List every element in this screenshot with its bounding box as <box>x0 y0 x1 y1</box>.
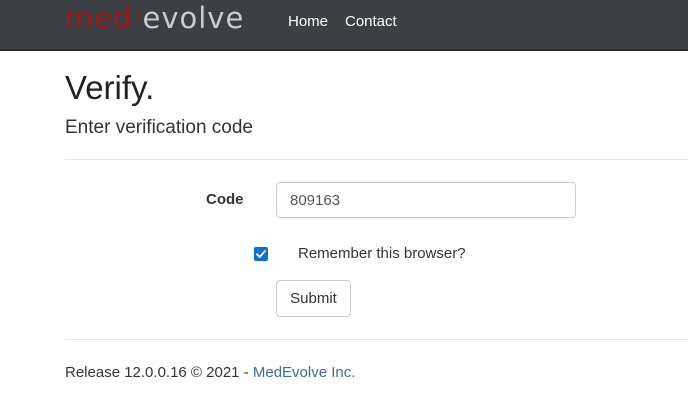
logo-evolve-text: evolve <box>142 1 245 35</box>
code-input[interactable] <box>276 182 576 218</box>
page-title: Verify. <box>65 69 155 106</box>
nav-home-link[interactable]: Home <box>288 13 328 30</box>
checkmark-icon <box>256 250 266 258</box>
page-subtitle: Enter verification code <box>65 117 253 138</box>
footer: Release 12.0.0.16 © 2021 - MedEvolve Inc… <box>65 364 355 381</box>
release-text: Release 12.0.0.16 © 2021 - <box>65 364 253 381</box>
footer-divider <box>65 339 688 340</box>
remember-browser-label[interactable]: Remember this browser? <box>298 245 466 262</box>
divider <box>65 159 688 160</box>
top-navbar: med evolve Home Contact <box>0 0 688 51</box>
logo-dots <box>133 1 143 35</box>
logo-med-text: med <box>65 1 133 35</box>
medevolve-logo[interactable]: med evolve <box>65 1 244 35</box>
remember-browser-checkbox[interactable] <box>254 247 268 261</box>
company-link[interactable]: MedEvolve Inc. <box>253 364 356 381</box>
submit-button[interactable]: Submit <box>276 280 351 317</box>
nav-contact-link[interactable]: Contact <box>345 13 397 30</box>
code-label: Code <box>206 191 244 208</box>
